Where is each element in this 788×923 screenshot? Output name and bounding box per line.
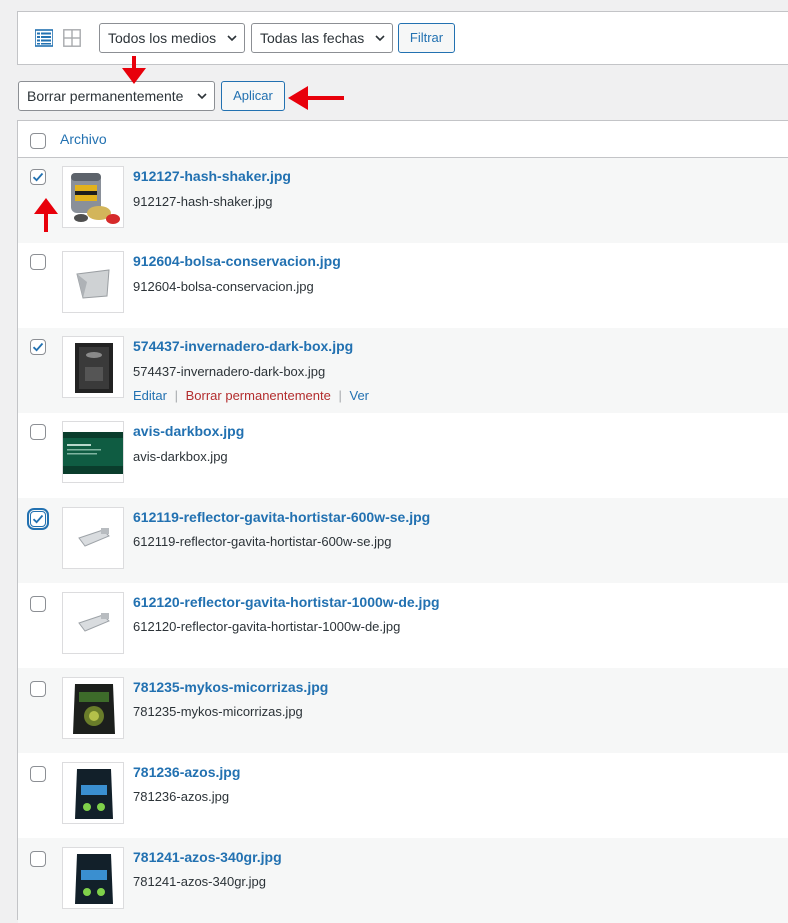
down-arrow-annotation-icon <box>122 56 146 84</box>
media-title-link[interactable]: avis-darkbox.jpg <box>133 423 244 439</box>
media-title-link[interactable]: 912127-hash-shaker.jpg <box>133 168 291 184</box>
table-row: 781241-azos-340gr.jpg 781241-azos-340gr.… <box>18 838 788 923</box>
chevron-down-icon <box>227 35 237 42</box>
media-title-link[interactable]: 781241-azos-340gr.jpg <box>133 849 282 865</box>
row-checkbox[interactable] <box>30 424 46 440</box>
media-filename: avis-darkbox.jpg <box>133 449 228 464</box>
view-link[interactable]: Ver <box>350 388 370 403</box>
table-row: 781236-azos.jpg 781236-azos.jpg <box>18 753 788 838</box>
column-header-file[interactable]: Archivo <box>60 131 107 147</box>
left-arrow-annotation-icon <box>288 86 344 110</box>
select-all-checkbox[interactable] <box>30 133 46 149</box>
row-checkbox[interactable] <box>30 766 46 782</box>
media-table: Archivo 912127-hash-shaker.jpg 912127-ha… <box>17 120 788 923</box>
thumbnail-image[interactable] <box>62 251 124 313</box>
list-view-icon[interactable] <box>34 29 54 47</box>
delete-permanently-link[interactable]: Borrar permanentemente <box>186 388 331 403</box>
media-title-link[interactable]: 612120-reflector-gavita-hortistar-1000w-… <box>133 594 440 610</box>
thumbnail-image[interactable] <box>62 421 124 483</box>
media-filename: 912604-bolsa-conservacion.jpg <box>133 279 314 294</box>
media-filename: 612119-reflector-gavita-hortistar-600w-s… <box>133 534 392 549</box>
table-row: 612120-reflector-gavita-hortistar-1000w-… <box>18 583 788 668</box>
media-filename: 912127-hash-shaker.jpg <box>133 194 273 209</box>
row-checkbox[interactable] <box>30 681 46 697</box>
bulk-action-select-value: Borrar permanentemente <box>27 88 184 104</box>
date-select-value: Todas las fechas <box>260 30 365 46</box>
row-checkbox[interactable] <box>30 851 46 867</box>
thumbnail-image[interactable] <box>62 166 124 228</box>
up-arrow-annotation-icon <box>34 198 58 232</box>
thumbnail-image[interactable] <box>62 677 124 739</box>
table-row: 612119-reflector-gavita-hortistar-600w-s… <box>18 498 788 583</box>
table-row: 781235-mykos-micorrizas.jpg 781235-mykos… <box>18 668 788 753</box>
media-filename: 781235-mykos-micorrizas.jpg <box>133 704 303 719</box>
row-checkbox[interactable] <box>30 169 46 185</box>
bulk-action-select[interactable]: Borrar permanentemente <box>18 81 215 111</box>
row-checkbox[interactable] <box>27 508 49 530</box>
filter-button[interactable]: Filtrar <box>398 23 455 53</box>
media-title-link[interactable]: 574437-invernadero-dark-box.jpg <box>133 338 353 354</box>
table-row: 574437-invernadero-dark-box.jpg 574437-i… <box>18 328 788 413</box>
media-library-screen: Todos los medios Todas las fechas Filtra… <box>0 0 788 923</box>
edit-link[interactable]: Editar <box>133 388 167 403</box>
row-checkbox[interactable] <box>30 254 46 270</box>
grid-view-icon[interactable] <box>63 29 81 47</box>
row-checkbox[interactable] <box>30 596 46 612</box>
row-checkbox[interactable] <box>30 339 46 355</box>
table-row: avis-darkbox.jpg avis-darkbox.jpg <box>18 413 788 498</box>
chevron-down-icon <box>375 35 385 42</box>
media-filename: 781236-azos.jpg <box>133 789 230 804</box>
media-type-select[interactable]: Todos los medios <box>99 23 245 53</box>
chevron-down-icon <box>197 93 207 100</box>
thumbnail-image[interactable] <box>62 592 124 654</box>
media-title-link[interactable]: 912604-bolsa-conservacion.jpg <box>133 253 341 269</box>
apply-button[interactable]: Aplicar <box>221 81 285 111</box>
table-row: 912127-hash-shaker.jpg 912127-hash-shake… <box>18 158 788 243</box>
table-row: 912604-bolsa-conservacion.jpg 912604-bol… <box>18 243 788 328</box>
thumbnail-image[interactable] <box>62 336 124 398</box>
thumbnail-image[interactable] <box>62 762 124 824</box>
separator: | <box>338 388 342 403</box>
separator: | <box>174 388 178 403</box>
date-select[interactable]: Todas las fechas <box>251 23 393 53</box>
media-title-link[interactable]: 612119-reflector-gavita-hortistar-600w-s… <box>133 509 430 525</box>
media-type-select-value: Todos los medios <box>108 30 217 46</box>
media-filename: 781241-azos-340gr.jpg <box>133 874 266 889</box>
row-actions: Editar | Borrar permanentemente | Ver <box>133 388 369 403</box>
media-title-link[interactable]: 781236-azos.jpg <box>133 764 240 780</box>
thumbnail-image[interactable] <box>62 507 124 569</box>
thumbnail-image[interactable] <box>62 847 124 909</box>
media-title-link[interactable]: 781235-mykos-micorrizas.jpg <box>133 679 328 695</box>
media-filename: 612120-reflector-gavita-hortistar-1000w-… <box>133 619 401 634</box>
table-header: Archivo <box>18 121 788 158</box>
media-filename: 574437-invernadero-dark-box.jpg <box>133 364 326 379</box>
